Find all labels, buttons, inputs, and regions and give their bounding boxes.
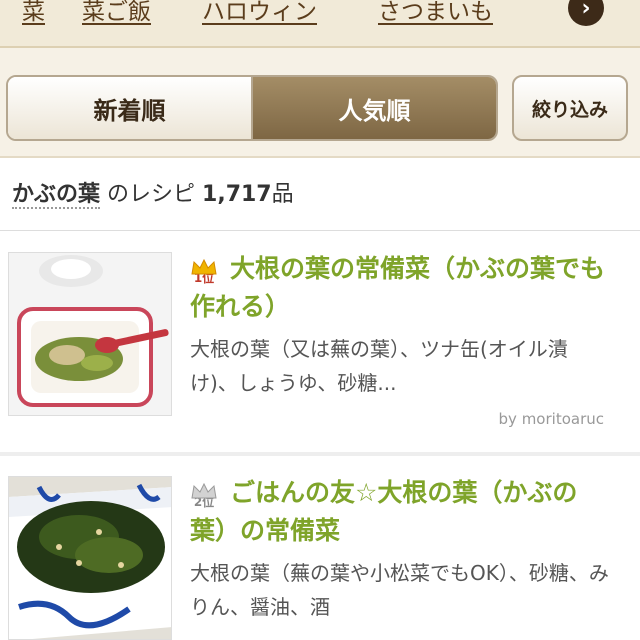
recipe-author[interactable]: by moritoaruc bbox=[499, 410, 604, 428]
heading-suffix: のレシピ bbox=[107, 182, 196, 207]
keyword-link[interactable]: さつまいも bbox=[378, 0, 493, 26]
recipe-card[interactable]: 2位 ごはんの友☆大根の葉（かぶの葉）の常備菜 大根の葉（蕪の葉や小松菜でもOK… bbox=[0, 456, 640, 640]
search-keyword: かぶの葉 bbox=[12, 182, 101, 209]
recipe-title[interactable]: ごはんの友☆大根の葉（かぶの葉）の常備菜 bbox=[190, 474, 610, 550]
sort-bar: 新着順 人気順 絞り込み bbox=[0, 48, 640, 158]
keyword-bar: 菜 菜ご飯 ハロウィン さつまいも › bbox=[0, 0, 640, 48]
chevron-right-icon[interactable]: › bbox=[568, 0, 604, 26]
recipe-ingredients: 大根の葉（蕪の葉や小松菜でもOK）、砂糖、みりん、醤油、酒 bbox=[190, 561, 609, 619]
filter-button[interactable]: 絞り込み bbox=[512, 75, 628, 141]
keyword-link[interactable]: 菜 bbox=[22, 0, 45, 26]
sort-segmented-control: 新着順 人気順 bbox=[6, 75, 498, 141]
sort-newest-tab[interactable]: 新着順 bbox=[8, 77, 253, 139]
recipe-title[interactable]: 大根の葉の常備菜（かぶの葉でも作れる） bbox=[190, 250, 610, 326]
sort-popular-tab[interactable]: 人気順 bbox=[253, 77, 496, 139]
recipe-card[interactable]: 1位 大根の葉の常備菜（かぶの葉でも作れる） 大根の葉（又は蕪の葉）、ツナ缶(オ… bbox=[0, 232, 640, 454]
keyword-link[interactable]: 菜ご飯 bbox=[82, 0, 151, 26]
recipe-thumbnail[interactable] bbox=[8, 252, 172, 416]
recipe-count: 1,717 bbox=[202, 182, 272, 207]
recipe-count-unit: 品 bbox=[271, 182, 294, 207]
recipe-ingredients: 大根の葉（又は蕪の葉）、ツナ缶(オイル漬け)、しょうゆ、砂糖... bbox=[190, 337, 568, 395]
results-heading: かぶの葉 のレシピ 1,717品 bbox=[12, 176, 294, 209]
keyword-link[interactable]: ハロウィン bbox=[202, 0, 317, 26]
recipe-thumbnail[interactable] bbox=[8, 476, 172, 640]
divider bbox=[0, 230, 640, 231]
